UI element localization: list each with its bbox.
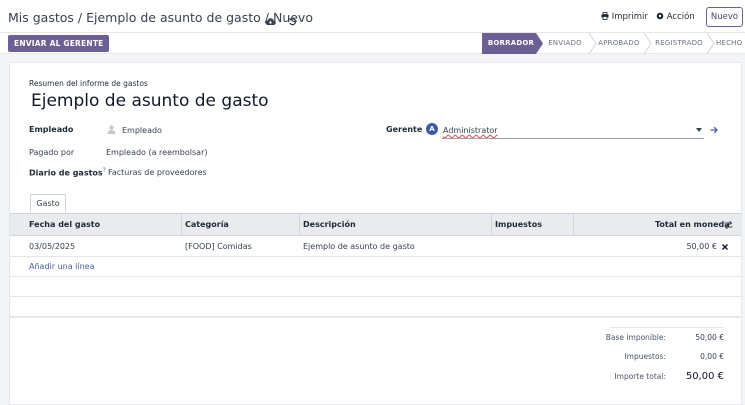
paid-by-field[interactable]: Empleado (a reembolsar) — [106, 148, 207, 157]
journal-label: Diario de gastos? — [29, 167, 106, 178]
tax-amount-value: 0,00 € — [700, 352, 724, 361]
total-amount-label: Importe total: — [614, 372, 666, 381]
employee-label: Empleado — [29, 125, 74, 134]
empty-row — [10, 277, 741, 297]
print-button[interactable]: Imprimir — [601, 12, 648, 22]
stage-approved[interactable]: APROBADO — [597, 33, 641, 54]
send-to-manager-button[interactable]: ENVIAR AL GERENTE — [8, 35, 110, 52]
new-button[interactable]: Nuevo — [706, 7, 743, 27]
cell-date[interactable]: 03/05/2025 — [29, 237, 75, 257]
breadcrumb-separator: / — [77, 10, 83, 25]
control-panel: Mis gastos / Ejemplo de asunto de gasto … — [0, 0, 745, 32]
column-category[interactable]: Categoría — [185, 214, 229, 236]
tab-expense[interactable]: Gasto — [30, 194, 66, 213]
column-taxes[interactable]: Impuestos — [495, 214, 542, 236]
stage-submitted[interactable]: ENVIADO — [544, 33, 586, 54]
cell-category[interactable]: [FOOD] Comidas — [185, 237, 252, 257]
print-label: Imprimir — [611, 12, 648, 22]
manager-field[interactable]: Administrator — [443, 126, 498, 135]
stage-done[interactable]: HECHO — [716, 33, 745, 54]
internal-link-arrow-icon[interactable] — [710, 126, 718, 134]
column-separator — [299, 214, 300, 236]
gear-icon — [656, 12, 664, 20]
column-separator — [573, 214, 574, 236]
employee-field[interactable]: Empleado — [122, 126, 162, 135]
base-amount-value: 50,00 € — [695, 333, 724, 342]
column-date[interactable]: Fecha del gasto — [29, 214, 100, 236]
summary-label: Resumen del informe de gastos — [29, 79, 148, 88]
help-tooltip-icon[interactable]: ? — [103, 167, 106, 174]
add-line-row: Añadir una línea — [10, 257, 741, 277]
total-amount-value: 50,00 € — [685, 371, 724, 382]
save-cloud-icon[interactable] — [265, 11, 276, 30]
table-bottom-border — [10, 317, 741, 318]
add-line-link[interactable]: Añadir una línea — [29, 257, 95, 277]
breadcrumb-item-report[interactable]: Ejemplo de asunto de gasto — [86, 10, 261, 25]
paid-by-label: Pagado por — [29, 148, 75, 157]
action-label: Acción — [666, 12, 695, 22]
totals-divider — [610, 327, 724, 328]
empty-row — [10, 297, 741, 317]
breadcrumb-item-my-expenses[interactable]: Mis gastos — [8, 10, 74, 25]
column-total[interactable]: Total en moneda — [655, 214, 730, 236]
delete-row-icon[interactable] — [722, 244, 728, 250]
manager-label: Gerente — [386, 125, 423, 134]
optional-columns-toggle-icon[interactable] — [724, 221, 733, 229]
caret-down-icon[interactable] — [696, 128, 702, 132]
tax-amount-label: Impuestos: — [624, 352, 666, 361]
column-description[interactable]: Descripción — [303, 214, 356, 236]
journal-label-text: Diario de gastos — [29, 168, 103, 178]
report-title-input[interactable]: Ejemplo de asunto de gasto — [31, 91, 269, 111]
stage-draft[interactable]: BORRADOR — [486, 33, 536, 54]
column-separator — [181, 214, 182, 236]
manager-avatar: A — [426, 123, 438, 135]
base-amount-label: Base imponible: — [605, 333, 666, 342]
cell-total[interactable]: 50,00 € — [686, 237, 717, 257]
journal-field[interactable]: Facturas de proveedores — [108, 168, 207, 177]
discard-icon[interactable] — [288, 11, 297, 30]
stage-posted[interactable]: REGISTRADO — [653, 33, 705, 54]
form-sheet: Resumen del informe de gastos Ejemplo de… — [9, 62, 742, 405]
column-separator — [491, 214, 492, 236]
status-bar: ENVIAR AL GERENTE BORRADOR ENVIADO APROB… — [0, 32, 745, 54]
action-button[interactable]: Acción — [656, 12, 695, 22]
table-header: Fecha del gasto Categoría Descripción Im… — [10, 214, 741, 236]
manager-field-underline — [442, 138, 704, 139]
user-icon — [107, 125, 116, 134]
table-row[interactable]: 03/05/2025 [FOOD] Comidas Ejemplo de asu… — [10, 237, 741, 257]
printer-icon — [601, 12, 609, 20]
cell-description[interactable]: Ejemplo de asunto de gasto — [303, 237, 415, 257]
